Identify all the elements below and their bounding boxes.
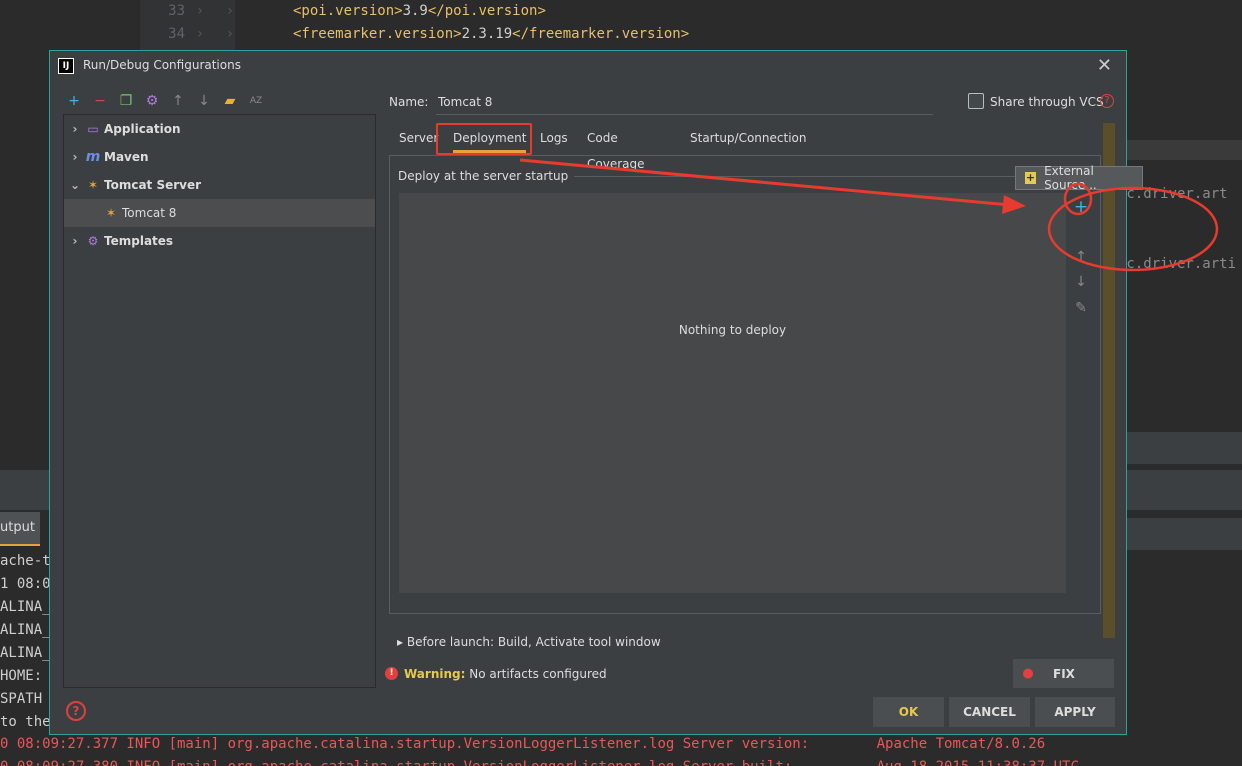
- maven-icon: m: [85, 149, 101, 165]
- console-line: ache-t: [0, 553, 51, 569]
- warning-message: Warning: No artifacts configured: [404, 667, 607, 681]
- scrollbar[interactable]: [1103, 123, 1115, 638]
- section-title: Deploy at the server startup: [398, 169, 575, 183]
- section-divider: [550, 176, 1090, 177]
- move-down-icon[interactable]: ↓: [194, 91, 214, 111]
- empty-state-text: Nothing to deploy: [678, 323, 787, 337]
- tree-item-label: Maven: [104, 150, 149, 164]
- run-debug-dialog: IJ Run/Debug Configurations ✕ + − ❐ ⚙ ↑ ↓ ▰ AZ …: [49, 50, 1127, 735]
- line-number: 34: [168, 26, 185, 42]
- help-icon[interactable]: ?: [1100, 94, 1114, 108]
- tab-server[interactable]: Server: [399, 125, 438, 153]
- expand-arrow-icon[interactable]: ›: [64, 234, 86, 248]
- tree-item-label: Templates: [104, 234, 174, 248]
- before-launch-section[interactable]: ▸ Before launch: Build, Activate tool wi…: [397, 635, 1097, 649]
- application-icon: ▭: [87, 122, 99, 136]
- tab-output[interactable]: utput: [0, 512, 40, 546]
- editor-highlight-row: [1126, 140, 1242, 160]
- annotation-highlight-box: [436, 123, 532, 155]
- fix-button[interactable]: ● FIX: [1013, 659, 1114, 688]
- console-line: SPATH: [0, 691, 43, 707]
- config-toolbar: + − ❐ ⚙ ↑ ↓ ▰ AZ: [64, 91, 266, 111]
- xml-value: 2.3.19: [461, 26, 513, 42]
- apply-button[interactable]: APPLY: [1035, 697, 1115, 727]
- tree-item-label: Tomcat 8: [122, 206, 177, 220]
- ok-button[interactable]: OK: [873, 697, 944, 727]
- copy-icon[interactable]: ❐: [116, 91, 136, 111]
- xml-tag: <poi.version>: [293, 3, 403, 19]
- xml-value: 3.9: [402, 3, 428, 19]
- warning-prefix: Warning:: [404, 667, 466, 681]
- warning-icon: !: [385, 667, 398, 680]
- name-label: Name:: [389, 95, 429, 109]
- fold-icon: ›: [225, 3, 235, 19]
- xml-tag: </poi.version>: [427, 3, 546, 19]
- popup-item-label: External Source...: [1044, 164, 1097, 192]
- move-up-icon[interactable]: ↑: [1068, 249, 1094, 271]
- editor-fragment: ac.driver.arti: [1118, 256, 1237, 272]
- deploy-side-toolbar: + ↑ ↓ ✎: [1068, 193, 1094, 593]
- tree-item-maven[interactable]: › m Maven: [64, 143, 375, 171]
- share-vcs-label: Share through VCS: [990, 95, 1104, 109]
- code-line: 33 › › <poi.version>3.9</poi.version>: [140, 0, 546, 23]
- tomcat-icon: ✶: [87, 178, 99, 192]
- config-tree: › ▭ Application › m Maven ⌄ ✶ Tomcat Server ✶ Tomc…: [63, 114, 376, 688]
- add-icon[interactable]: +: [64, 91, 84, 111]
- popup-item-external-source[interactable]: + External Source...: [1015, 164, 1143, 192]
- tree-item-application[interactable]: › ▭ Application: [64, 115, 375, 143]
- settings-icon[interactable]: ⚙: [142, 91, 162, 111]
- settings-icon: ⚙: [87, 234, 99, 248]
- xml-tag: <freemarker.version>: [293, 26, 462, 42]
- sort-icon[interactable]: AZ: [246, 91, 266, 111]
- add-icon[interactable]: +: [1068, 197, 1094, 219]
- lightbulb-icon: ●: [1022, 666, 1034, 681]
- tab-logs[interactable]: Logs: [540, 125, 568, 153]
- fix-label: FIX: [1053, 666, 1075, 681]
- editor-panel-header: [1126, 432, 1242, 464]
- code-line: 34 › › <freemarker.version>2.3.19</freemark…: [140, 23, 689, 46]
- tree-item-label: Tomcat Server: [104, 178, 202, 192]
- console-line: HOME:: [0, 668, 43, 684]
- xml-tag: </freemarker.version>: [512, 26, 690, 42]
- fold-icon: ›: [195, 26, 205, 42]
- dialog-title: Run/Debug Configurations: [83, 58, 241, 72]
- console-log-line: 0 08:09:27.380 INFO [main] org.apache.ca…: [0, 756, 1079, 766]
- console-line: to the: [0, 714, 51, 730]
- console-line: 1 08:0: [0, 576, 51, 592]
- share-vcs-checkbox[interactable]: [968, 93, 984, 109]
- help-icon[interactable]: ?: [66, 701, 86, 721]
- line-number: 33: [168, 3, 185, 19]
- tab-startup-connection[interactable]: Startup/Connection: [690, 125, 806, 153]
- deploy-list[interactable]: Nothing to deploy: [399, 193, 1066, 593]
- tree-item-templates[interactable]: › ⚙ Templates: [64, 227, 375, 255]
- warning-text: No artifacts configured: [469, 667, 607, 681]
- tree-item-tomcat-server[interactable]: ⌄ ✶ Tomcat Server: [64, 171, 375, 199]
- folder-icon[interactable]: ▰: [220, 91, 240, 111]
- tomcat-icon: ✶: [105, 206, 117, 220]
- console-log-line: 0 08:09:27.377 INFO [main] org.apache.ca…: [0, 736, 1046, 752]
- expand-arrow-icon[interactable]: ›: [64, 122, 86, 136]
- expand-arrow-icon[interactable]: ›: [64, 150, 86, 164]
- remove-icon[interactable]: −: [90, 91, 110, 111]
- name-input[interactable]: [436, 89, 933, 115]
- intellij-logo-icon: IJ: [58, 58, 74, 74]
- fold-icon: ›: [225, 26, 235, 42]
- fold-icon: ›: [195, 3, 205, 19]
- console-side-panel: [1126, 518, 1242, 550]
- move-up-icon[interactable]: ↑: [168, 91, 188, 111]
- tree-item-label: Application: [104, 122, 181, 136]
- dialog-titlebar: IJ Run/Debug Configurations ✕: [50, 51, 1126, 81]
- cancel-button[interactable]: CANCEL: [949, 697, 1030, 727]
- tab-code-coverage[interactable]: Code Coverage: [587, 125, 645, 171]
- tree-item-tomcat-8[interactable]: ✶ Tomcat 8: [64, 199, 375, 227]
- move-down-icon[interactable]: ↓: [1068, 274, 1094, 296]
- close-button[interactable]: ✕: [1097, 55, 1112, 76]
- edit-icon[interactable]: ✎: [1068, 300, 1094, 322]
- deployment-panel: Deploy at the server startup Nothing to …: [389, 155, 1101, 614]
- add-icon: +: [1025, 171, 1037, 184]
- expand-arrow-icon[interactable]: ⌄: [64, 178, 86, 192]
